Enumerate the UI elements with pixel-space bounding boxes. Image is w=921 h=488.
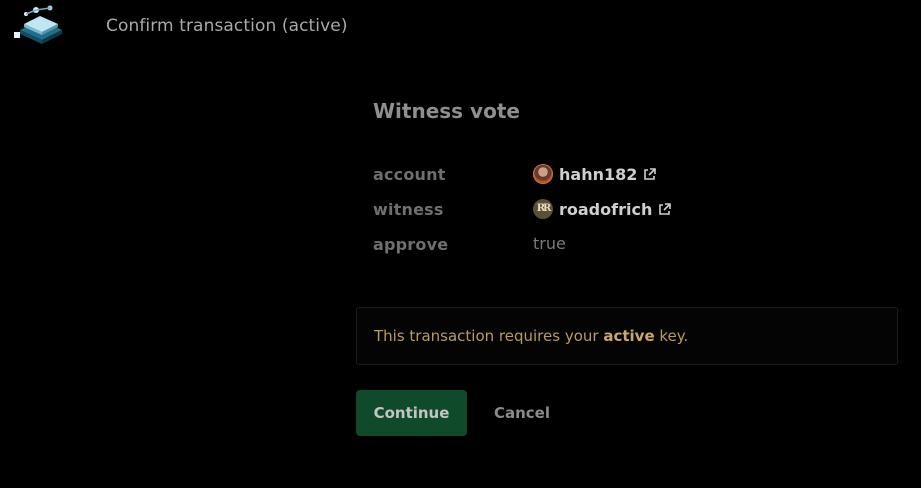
param-label-witness: witness <box>373 200 444 219</box>
continue-button[interactable]: Continue <box>356 390 467 436</box>
param-label-approve: approve <box>373 235 449 254</box>
param-label-account: account <box>373 165 446 184</box>
param-value-approve: true <box>533 234 566 253</box>
witness-name[interactable]: roadofrich <box>559 200 652 219</box>
account-name[interactable]: hahn182 <box>559 165 637 184</box>
external-link-icon[interactable] <box>643 167 657 181</box>
param-row-account: account hahn182 <box>373 164 773 189</box>
external-link-icon[interactable] <box>658 202 672 216</box>
notice-suffix: key. <box>654 327 689 345</box>
param-value-witness[interactable]: RR roadofrich <box>533 199 672 219</box>
user-avatar-icon <box>533 164 553 184</box>
notice-text: This transaction requires your active ke… <box>374 327 688 345</box>
user-avatar-icon: RR <box>533 199 553 219</box>
operation-title: Witness vote <box>373 99 520 123</box>
notice-prefix: This transaction requires your <box>374 327 604 345</box>
key-requirement-notice: This transaction requires your active ke… <box>356 307 898 365</box>
param-row-witness: witness RR roadofrich <box>373 199 773 224</box>
param-row-approve: approve true <box>373 234 773 259</box>
param-value-account[interactable]: hahn182 <box>533 164 657 184</box>
approve-value: true <box>533 234 566 253</box>
hive-keychain-logo-icon <box>10 2 70 48</box>
cancel-button[interactable]: Cancel <box>480 390 564 436</box>
page-title: Confirm transaction (active) <box>106 16 348 36</box>
notice-key-type: active <box>603 327 655 345</box>
